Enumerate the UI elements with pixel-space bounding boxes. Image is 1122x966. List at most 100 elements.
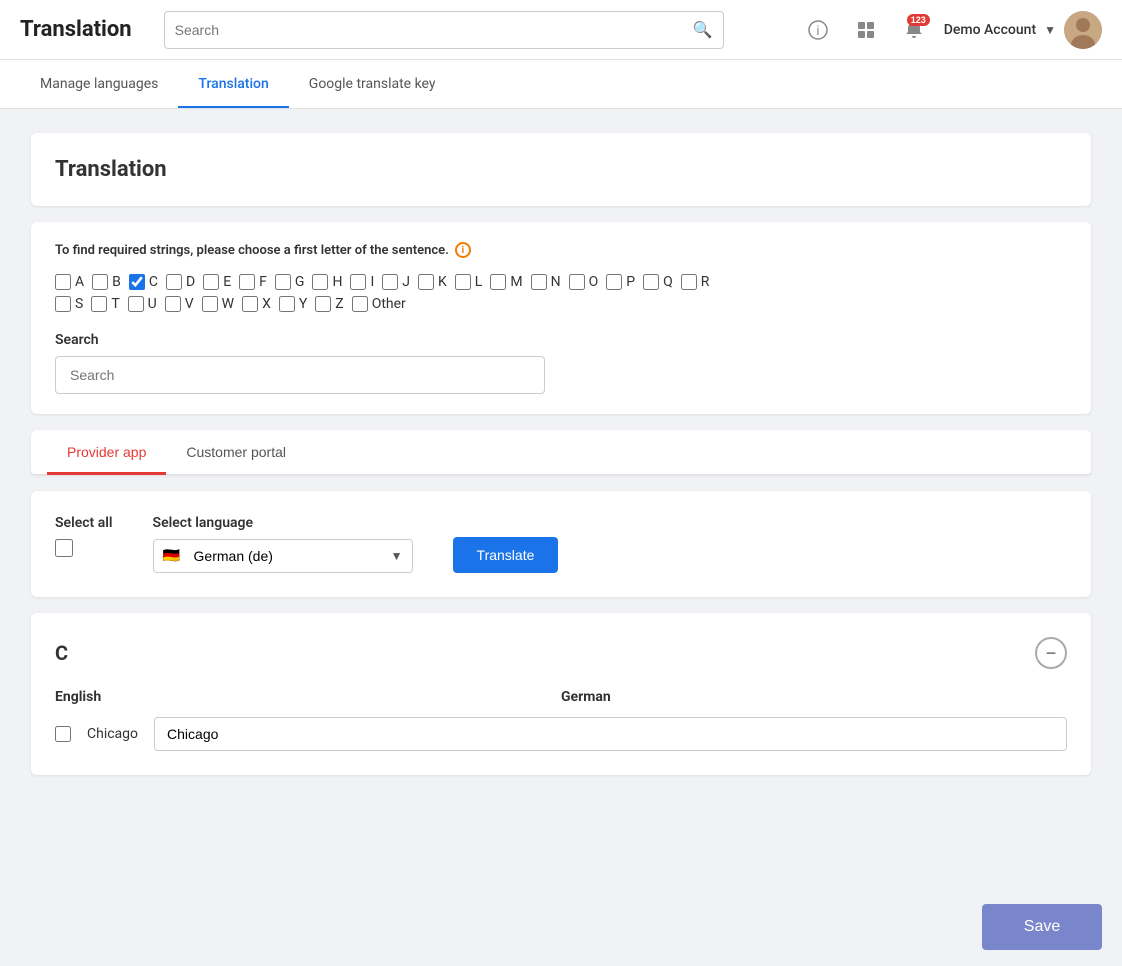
- page-content: Translation To find required strings, pl…: [11, 109, 1111, 895]
- letter-label-Q: Q: [663, 274, 673, 290]
- letter-checkbox-L[interactable]: [455, 274, 471, 290]
- letter-row-2: S T U V W: [55, 296, 1067, 312]
- chicago-english-label: Chicago: [87, 726, 138, 742]
- letter-checkbox-X[interactable]: [242, 296, 258, 312]
- letter-checkbox-O[interactable]: [569, 274, 585, 290]
- search-label: Search: [55, 332, 1067, 348]
- account-menu[interactable]: Demo Account ▼: [944, 11, 1102, 49]
- letter-checkbox-H[interactable]: [312, 274, 328, 290]
- select-all-label: Select all: [55, 515, 113, 531]
- letter-item-O: O: [569, 274, 605, 290]
- chevron-down-icon: ▼: [1044, 23, 1056, 37]
- tab-google-translate-key[interactable]: Google translate key: [289, 60, 456, 108]
- letter-item-B: B: [92, 274, 127, 290]
- c-section: C − English German Chicago: [31, 613, 1091, 775]
- tab-provider-app[interactable]: Provider app: [47, 430, 166, 475]
- letter-label-K: K: [438, 274, 447, 290]
- select-all-checkbox[interactable]: [55, 539, 73, 557]
- letter-checkbox-K[interactable]: [418, 274, 434, 290]
- letter-checkbox-I[interactable]: [350, 274, 366, 290]
- collapse-section-button[interactable]: −: [1035, 637, 1067, 669]
- tab-customer-portal[interactable]: Customer portal: [166, 430, 306, 475]
- letter-item-U: U: [128, 296, 163, 312]
- language-select-wrap: 🇩🇪 German (de) ▼: [153, 539, 413, 573]
- letter-checkbox-B[interactable]: [92, 274, 108, 290]
- table-row: Chicago: [55, 717, 1067, 751]
- letter-label-O: O: [589, 274, 599, 290]
- letter-checkbox-Other[interactable]: [352, 296, 368, 312]
- letter-item-A: A: [55, 274, 90, 290]
- search-icon: 🔍: [693, 20, 713, 39]
- letter-checkbox-J[interactable]: [382, 274, 398, 290]
- letter-label-T: T: [111, 296, 119, 312]
- search-input-wrap: [55, 356, 545, 394]
- letter-label-L: L: [475, 274, 483, 290]
- letter-item-Other: Other: [352, 296, 412, 312]
- account-name: Demo Account: [944, 22, 1036, 38]
- letter-item-P: P: [606, 274, 641, 290]
- search-input[interactable]: [55, 356, 545, 394]
- letter-checkbox-C[interactable]: [129, 274, 145, 290]
- notifications-button[interactable]: 123: [896, 12, 932, 48]
- global-search-box[interactable]: 🔍: [164, 11, 724, 49]
- letter-label-A: A: [75, 274, 84, 290]
- tab-manage-languages[interactable]: Manage languages: [20, 60, 178, 108]
- letter-checkbox-Q[interactable]: [643, 274, 659, 290]
- letter-checkbox-T[interactable]: [91, 296, 107, 312]
- letter-checkbox-D[interactable]: [166, 274, 182, 290]
- letter-item-Z: Z: [315, 296, 349, 312]
- letter-checkbox-E[interactable]: [203, 274, 219, 290]
- language-select[interactable]: German (de): [153, 539, 413, 573]
- tab-translation[interactable]: Translation: [178, 60, 288, 108]
- letter-checkbox-F[interactable]: [239, 274, 255, 290]
- app-title: Translation: [20, 17, 132, 42]
- letter-item-N: N: [531, 274, 567, 290]
- select-lang-col: Select language 🇩🇪 German (de) ▼: [153, 515, 413, 573]
- save-footer: Save: [0, 888, 1122, 966]
- letter-label-R: R: [701, 274, 710, 290]
- letter-checkbox-V[interactable]: [165, 296, 181, 312]
- letter-checkbox-G[interactable]: [275, 274, 291, 290]
- letter-label-Y: Y: [299, 296, 307, 312]
- app-tabs-header: Provider app Customer portal: [31, 430, 1091, 475]
- notification-badge: 123: [907, 14, 930, 26]
- grid-button[interactable]: [848, 12, 884, 48]
- letter-checkbox-R[interactable]: [681, 274, 697, 290]
- info-icon[interactable]: i: [455, 242, 471, 258]
- letter-checkbox-W[interactable]: [202, 296, 218, 312]
- save-button[interactable]: Save: [982, 904, 1102, 950]
- subnav: Manage languages Translation Google tran…: [0, 60, 1122, 109]
- chicago-translation-input[interactable]: [154, 717, 1067, 751]
- letter-filter: A B C D E: [55, 274, 1067, 312]
- minus-icon: −: [1046, 643, 1057, 664]
- german-column-header: German: [561, 689, 1067, 705]
- letter-item-S: S: [55, 296, 89, 312]
- filter-section: To find required strings, please choose …: [31, 222, 1091, 414]
- letter-label-W: W: [222, 296, 234, 312]
- letter-checkbox-S[interactable]: [55, 296, 71, 312]
- letter-checkbox-Y[interactable]: [279, 296, 295, 312]
- letter-item-X: X: [242, 296, 277, 312]
- language-section: Select all Select language 🇩🇪 German (de…: [31, 491, 1091, 597]
- letter-checkbox-Z[interactable]: [315, 296, 331, 312]
- letter-item-Q: Q: [643, 274, 679, 290]
- letter-item-V: V: [165, 296, 200, 312]
- letter-item-D: D: [166, 274, 201, 290]
- chicago-checkbox[interactable]: [55, 726, 71, 742]
- title-card: Translation: [31, 133, 1091, 206]
- english-column-header: English: [55, 689, 561, 705]
- section-letter: C: [55, 641, 68, 665]
- letter-label-H: H: [332, 274, 342, 290]
- translate-button[interactable]: Translate: [453, 537, 559, 573]
- letter-label-N: N: [551, 274, 561, 290]
- letter-checkbox-A[interactable]: [55, 274, 71, 290]
- letter-checkbox-M[interactable]: [490, 274, 506, 290]
- help-button[interactable]: i: [800, 12, 836, 48]
- letter-checkbox-P[interactable]: [606, 274, 622, 290]
- letter-checkbox-U[interactable]: [128, 296, 144, 312]
- app-tabs-card: Provider app Customer portal: [31, 430, 1091, 475]
- global-search-input[interactable]: [175, 22, 693, 38]
- lang-row: Select all Select language 🇩🇪 German (de…: [55, 515, 1067, 573]
- letter-item-H: H: [312, 274, 348, 290]
- letter-checkbox-N[interactable]: [531, 274, 547, 290]
